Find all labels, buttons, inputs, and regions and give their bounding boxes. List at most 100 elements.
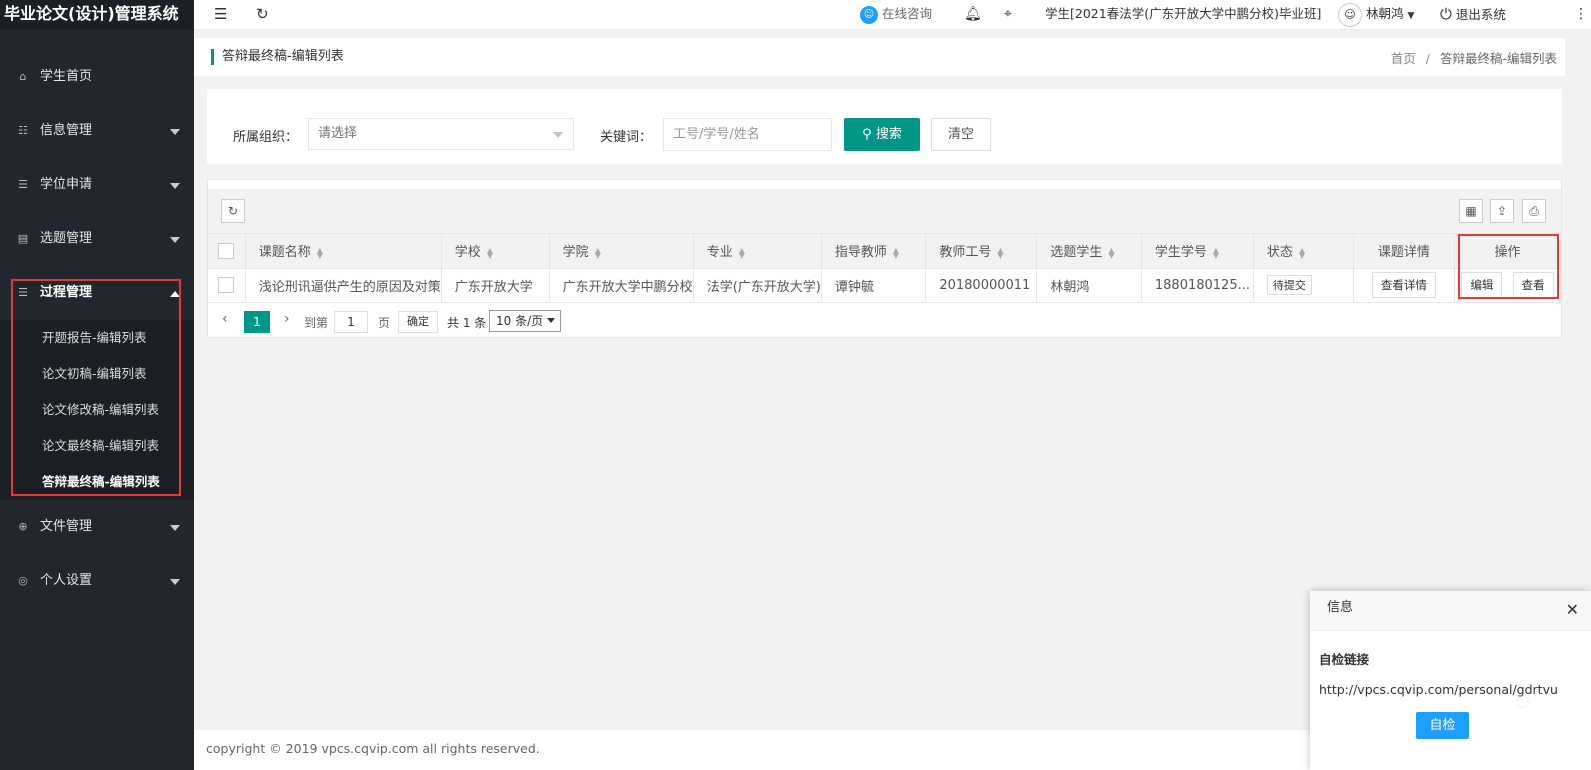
columns-icon[interactable]: ▦ bbox=[1459, 199, 1483, 223]
power-icon: ⏻ bbox=[1440, 5, 1452, 23]
avatar: ☺ bbox=[1338, 2, 1362, 27]
page-size-value: 10 条/页 bbox=[496, 314, 544, 328]
page-size-select[interactable]: 10 条/页 bbox=[489, 310, 561, 332]
cell-student: 林朝鸿 bbox=[1036, 268, 1142, 303]
info-popup: 信息 ✕ 自检链接 http://vpcs.cqvip.com/personal… bbox=[1310, 591, 1591, 770]
self-check-button[interactable]: 自检 bbox=[1416, 712, 1469, 739]
search-panel: 所属组织： 请选择 关键词： 工号/学号/姓名 ⚲ 搜索 清空 bbox=[207, 89, 1562, 164]
column-header[interactable]: 课题名称 ▲ ▼ bbox=[245, 234, 442, 269]
status-badge: 待提交 bbox=[1266, 275, 1312, 295]
chevron-down-icon bbox=[170, 525, 180, 531]
breadcrumb: 首页 / 答辩最终稿-编辑列表 bbox=[1391, 48, 1557, 67]
breadcrumb-home[interactable]: 首页 bbox=[1391, 51, 1416, 66]
column-header: 操作 bbox=[1454, 234, 1561, 269]
column-header[interactable]: 专业 ▲ ▼ bbox=[693, 234, 822, 269]
search-button[interactable]: ⚲ 搜索 bbox=[844, 118, 920, 151]
chevron-down-icon bbox=[170, 129, 180, 135]
user-menu[interactable]: ☺ 林朝鸿 ▼ bbox=[1338, 0, 1414, 30]
column-header[interactable]: 学生学号 ▲ ▼ bbox=[1141, 234, 1254, 269]
sidebar-item-process-management[interactable]: ☰ 过程管理 bbox=[0, 266, 194, 320]
sidebar-item-file-management[interactable]: ⊕ 文件管理 bbox=[0, 500, 194, 554]
sort-icon: ▲ ▼ bbox=[486, 245, 493, 260]
clear-button[interactable]: 清空 bbox=[931, 118, 991, 151]
prev-page-icon[interactable]: ‹ bbox=[222, 311, 228, 327]
table-refresh-icon[interactable]: ↻ bbox=[221, 199, 245, 223]
print-icon[interactable]: ⎙ bbox=[1522, 199, 1546, 223]
view-detail-button[interactable]: 查看详情 bbox=[1371, 272, 1436, 298]
column-header[interactable]: 选题学生 ▲ ▼ bbox=[1036, 234, 1142, 269]
org-select-placeholder: 请选择 bbox=[318, 126, 358, 141]
column-header: 课题详情 bbox=[1353, 234, 1456, 269]
data-table: 课题名称 ▲ ▼ 学校 ▲ ▼ 学院 ▲ ▼ 专业 ▲ ▼ 指导教师 ▲ ▼ 教师工号 ▲ ▼ 选题学生… bbox=[208, 234, 1561, 303]
sidebar-item-label: 文件管理 bbox=[40, 519, 93, 534]
export-icon[interactable]: ⇪ bbox=[1490, 199, 1514, 223]
chat-icon: ☺ bbox=[860, 5, 878, 24]
cell-teacher: 谭钟毓 bbox=[821, 268, 927, 303]
sliders-icon: ☰ bbox=[18, 286, 28, 299]
total-count: 共 1 条 bbox=[447, 316, 487, 330]
logout-button[interactable]: ⏻ 退出系统 bbox=[1440, 0, 1506, 30]
submenu-item-first-draft[interactable]: 论文初稿-编辑列表 bbox=[0, 356, 194, 392]
column-header[interactable]: 状态 ▲ ▼ bbox=[1253, 234, 1354, 269]
table-toolbar: ↻ ▦ ⇪ ⎙ bbox=[208, 180, 1561, 234]
sort-icon: ▲ ▼ bbox=[594, 245, 601, 260]
goto-confirm-button[interactable]: 确定 bbox=[398, 311, 438, 333]
home-icon: ⌂ bbox=[19, 70, 27, 83]
org-select[interactable]: 请选择 bbox=[308, 118, 574, 150]
goto-label: 到第 bbox=[304, 316, 329, 330]
select-all-checkbox[interactable] bbox=[208, 234, 246, 269]
submenu-item-proposal[interactable]: 开题报告-编辑列表 bbox=[0, 320, 194, 356]
view-button[interactable]: 查看 bbox=[1512, 272, 1554, 298]
sidebar-item-label: 个人设置 bbox=[40, 573, 93, 588]
next-page-icon[interactable]: › bbox=[284, 311, 290, 327]
table-header-row: 课题名称 ▲ ▼ 学校 ▲ ▼ 学院 ▲ ▼ 专业 ▲ ▼ 指导教师 ▲ ▼ 教师工号 ▲ ▼ 选题学生… bbox=[208, 234, 1561, 269]
column-header[interactable]: 学院 ▲ ▼ bbox=[549, 234, 694, 269]
sort-icon: ▲ ▼ bbox=[738, 245, 745, 260]
tag-icon[interactable]: ⌖ bbox=[1004, 0, 1012, 30]
close-icon[interactable]: ✕ bbox=[1566, 600, 1579, 619]
submenu-item-final-draft[interactable]: 论文最终稿-编辑列表 bbox=[0, 428, 194, 464]
document-icon: ▤ bbox=[17, 232, 29, 245]
org-label: 所属组织： bbox=[233, 130, 299, 145]
sidebar-item-topic-management[interactable]: ▤ 选题管理 bbox=[0, 212, 194, 266]
chevron-up-icon bbox=[170, 291, 180, 297]
sidebar-item-personal-settings[interactable]: ◎ 个人设置 bbox=[0, 554, 194, 608]
breadcrumb-separator: / bbox=[1425, 51, 1430, 66]
goto-page-input[interactable]: 1 bbox=[334, 311, 368, 333]
page-title: 答辩最终稿-编辑列表 bbox=[211, 49, 344, 65]
edit-button[interactable]: 编辑 bbox=[1461, 272, 1503, 298]
more-icon[interactable]: ⋮ bbox=[1574, 0, 1588, 30]
class-info[interactable]: 学生[2021春法学(广东开放大学中鹏分校)毕业班] bbox=[1045, 0, 1321, 30]
submenu-item-defense-final[interactable]: 答辩最终稿-编辑列表 bbox=[0, 464, 194, 500]
keyword-label: 关键词： bbox=[600, 130, 653, 145]
sort-icon: ▲ ▼ bbox=[1212, 245, 1220, 260]
cell-detail: 查看详情 bbox=[1353, 268, 1456, 303]
breadcrumb-current: 答辩最终稿-编辑列表 bbox=[1439, 51, 1557, 66]
refresh-icon[interactable]: ↻ bbox=[256, 0, 269, 30]
bell-icon[interactable]: 🔔︎ bbox=[964, 0, 982, 30]
sidebar-item-student-home[interactable]: ⌂ 学生首页 bbox=[0, 50, 194, 104]
cell-status: 待提交 bbox=[1253, 268, 1354, 303]
submenu-item-revised-draft[interactable]: 论文修改稿-编辑列表 bbox=[0, 392, 194, 428]
row-checkbox[interactable] bbox=[208, 268, 246, 303]
data-table-panel: ↻ ▦ ⇪ ⎙ 课题名称 ▲ ▼ 学校 ▲ ▼ 学院 ▲ ▼ 专业 ▲ ▼ 指导教师 ▲ ▼ 教师工… bbox=[207, 179, 1562, 338]
column-header[interactable]: 学校 ▲ ▼ bbox=[441, 234, 550, 269]
current-page[interactable]: 1 bbox=[244, 311, 270, 333]
column-header[interactable]: 指导教师 ▲ ▼ bbox=[821, 234, 927, 269]
sort-icon: ▲ ▼ bbox=[1298, 245, 1306, 260]
online-consult-link[interactable]: ☺ 在线咨询 bbox=[860, 0, 932, 30]
list-icon: ☷ bbox=[18, 124, 28, 137]
sidebar-item-info-management[interactable]: ☷ 信息管理 bbox=[0, 104, 194, 158]
column-header[interactable]: 教师工号 ▲ ▼ bbox=[925, 234, 1038, 269]
top-bar: ☰ ↻ ☺ 在线咨询 🔔︎ ⌖ 学生[2021春法学(广东开放大学中鹏分校)毕业… bbox=[194, 0, 1591, 30]
online-consult-label: 在线咨询 bbox=[881, 6, 932, 21]
chevron-down-icon bbox=[170, 183, 180, 189]
download-icon: ⊕ bbox=[18, 520, 28, 533]
menu-toggle-icon[interactable]: ☰ bbox=[214, 0, 227, 30]
cell-teacher-id: 20180000011 bbox=[925, 268, 1038, 303]
keyword-input[interactable]: 工号/学号/姓名 bbox=[663, 118, 832, 151]
sidebar-item-label: 学位申请 bbox=[40, 177, 93, 192]
cell-student-id: 1880180125... bbox=[1141, 268, 1254, 303]
sort-icon: ▲ ▼ bbox=[1108, 245, 1115, 260]
sidebar-item-degree-application[interactable]: ☰ 学位申请 bbox=[0, 158, 194, 212]
